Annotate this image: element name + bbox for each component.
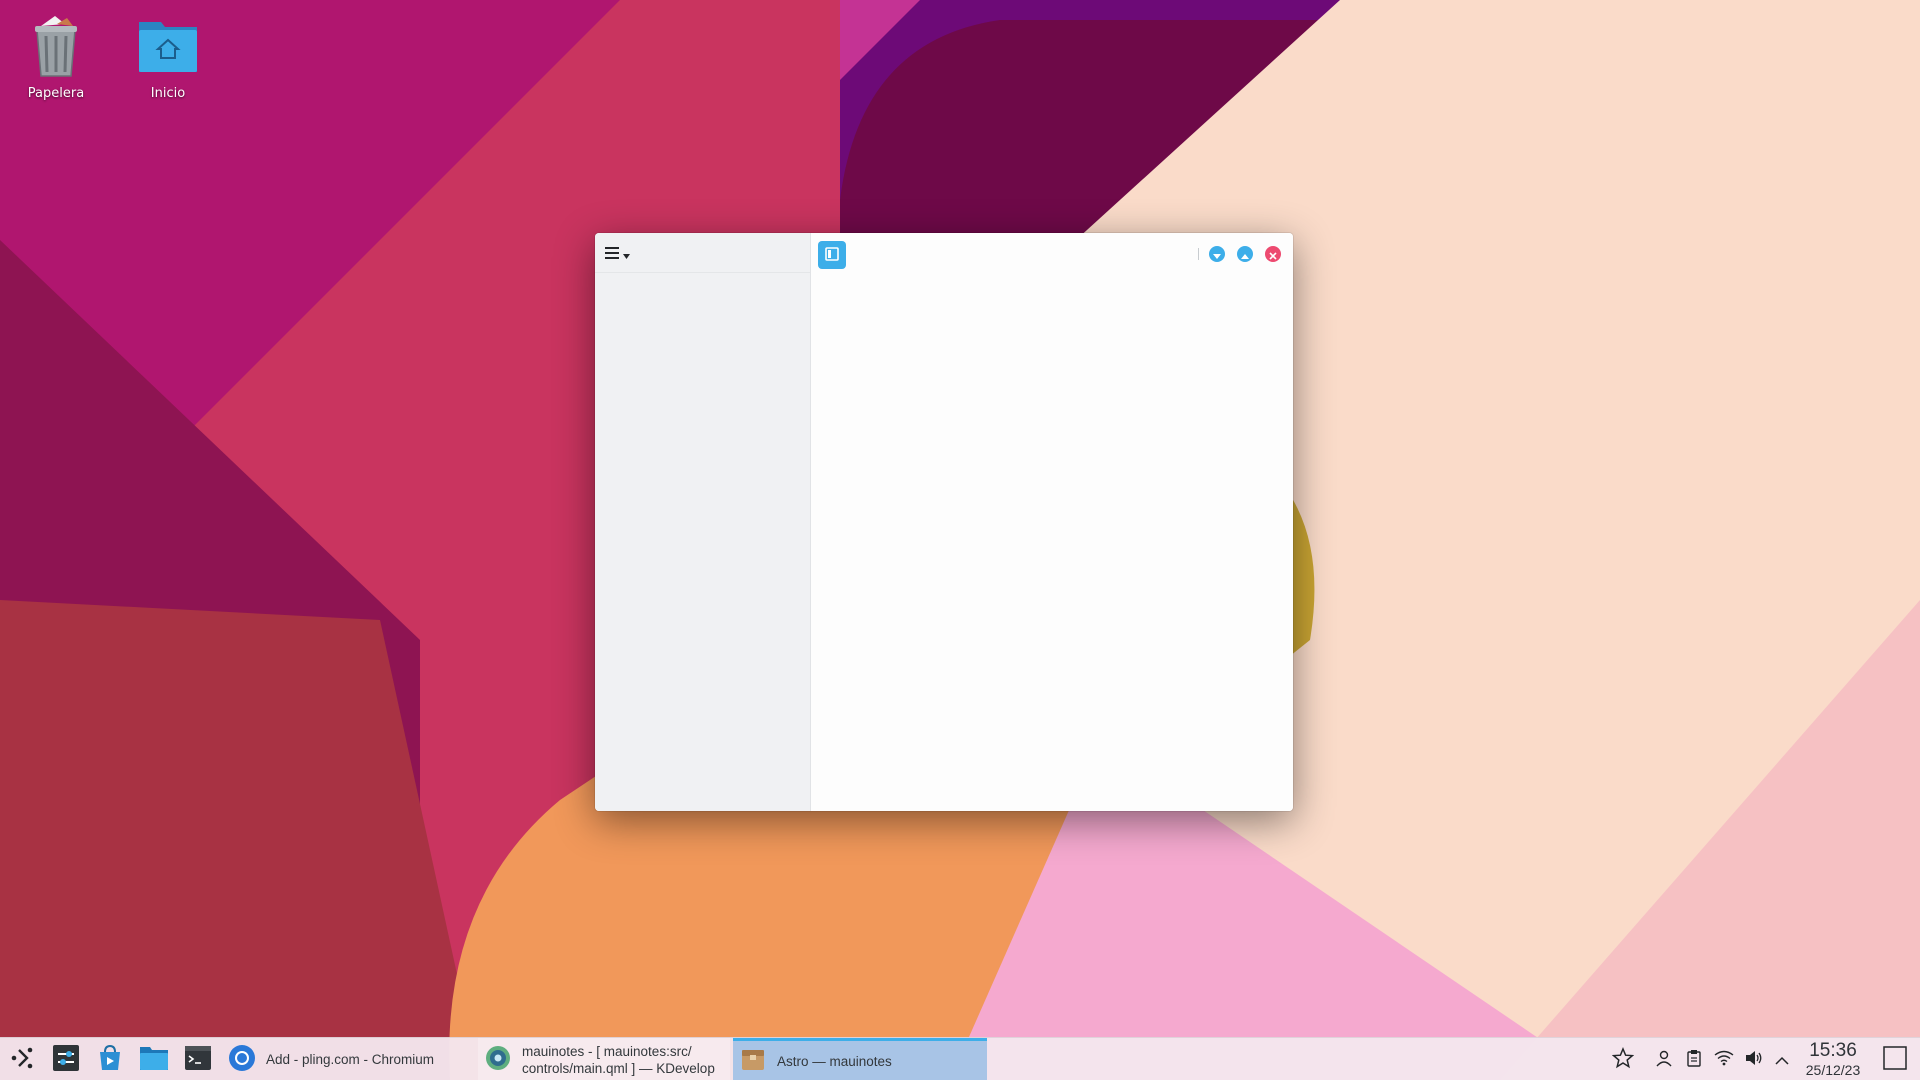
minimize-button[interactable] [1209, 246, 1225, 262]
discover-launcher[interactable] [88, 1038, 132, 1080]
clipboard-tray-button[interactable] [1682, 1048, 1706, 1072]
home-folder-icon [133, 12, 203, 82]
minimize-icon [1213, 245, 1221, 264]
application-launcher-button[interactable] [0, 1038, 44, 1080]
package-icon [739, 1045, 767, 1077]
system-settings-icon [52, 1044, 80, 1076]
maximize-icon [1241, 245, 1249, 264]
desktop-icon-label: Papelera [27, 86, 85, 101]
expand-tray-icon [1775, 1051, 1789, 1070]
kdevelop-icon [484, 1044, 512, 1076]
desktop-icon-label: Inicio [150, 86, 186, 101]
task-astro-mauinotes[interactable]: Astro — mauinotes [733, 1038, 987, 1080]
clipboard-icon [1686, 1049, 1702, 1071]
chromium-icon [228, 1044, 256, 1076]
sidebar-toggle-icon [825, 246, 839, 265]
sidebar [595, 233, 811, 811]
task-label: Astro — mauinotes [777, 1053, 892, 1069]
task-label: Add - pling.com - Chromium [266, 1052, 435, 1067]
task-label: mauinotes - [ mauinotes:src/ controls/ma… [522, 1043, 715, 1076]
system-settings-launcher[interactable] [44, 1038, 88, 1080]
close-button[interactable] [1265, 246, 1281, 262]
terminal-icon [184, 1045, 212, 1075]
close-icon [1269, 245, 1277, 264]
desktop-icon-home[interactable]: Inicio [113, 12, 223, 101]
sidebar-list [595, 273, 810, 811]
wifi-icon [1714, 1050, 1734, 1070]
file-manager-icon [139, 1044, 169, 1076]
window-controls-separator [1198, 248, 1199, 260]
expand-tray-button[interactable] [1770, 1048, 1794, 1072]
user-tray-button[interactable] [1652, 1048, 1676, 1072]
content-area [811, 233, 1293, 811]
application-launcher-icon [9, 1045, 35, 1075]
file-manager-launcher[interactable] [132, 1038, 176, 1080]
sidebar-toggle-button[interactable] [818, 241, 846, 269]
volume-icon [1745, 1050, 1763, 1070]
clock-date: 25/12/23 [1805, 1062, 1861, 1078]
chevron-down-icon [623, 244, 630, 263]
maximize-button[interactable] [1237, 246, 1253, 262]
task-kdevelop[interactable]: mauinotes - [ mauinotes:src/ controls/ma… [478, 1038, 730, 1080]
desktop: Papelera Inicio Add - pling.com - Chromi… [0, 0, 1920, 1080]
show-desktop-button[interactable] [1882, 1046, 1908, 1074]
favorites-icon [1611, 1047, 1635, 1073]
network-tray-button[interactable] [1712, 1048, 1736, 1072]
taskbar: Add - pling.com - Chromium mauinotes - [… [0, 1037, 1920, 1080]
window-controls [1198, 246, 1281, 262]
trash-icon [21, 12, 91, 82]
task-chromium[interactable]: Add - pling.com - Chromium [222, 1038, 474, 1080]
menu-button[interactable] [605, 243, 639, 263]
hamburger-menu-icon [605, 244, 619, 263]
clock-time: 15:36 [1809, 1040, 1857, 1061]
show-desktop-icon [1883, 1046, 1907, 1074]
app-window [595, 233, 1293, 811]
terminal-launcher[interactable] [176, 1038, 220, 1080]
user-icon [1655, 1049, 1673, 1071]
desktop-icon-trash[interactable]: Papelera [1, 12, 111, 101]
favorites-tray-button[interactable] [1611, 1047, 1635, 1073]
discover-icon [96, 1044, 124, 1076]
clock[interactable]: 15:36 25/12/23 [1796, 1040, 1870, 1078]
sidebar-header [595, 233, 810, 273]
volume-tray-button[interactable] [1742, 1048, 1766, 1072]
